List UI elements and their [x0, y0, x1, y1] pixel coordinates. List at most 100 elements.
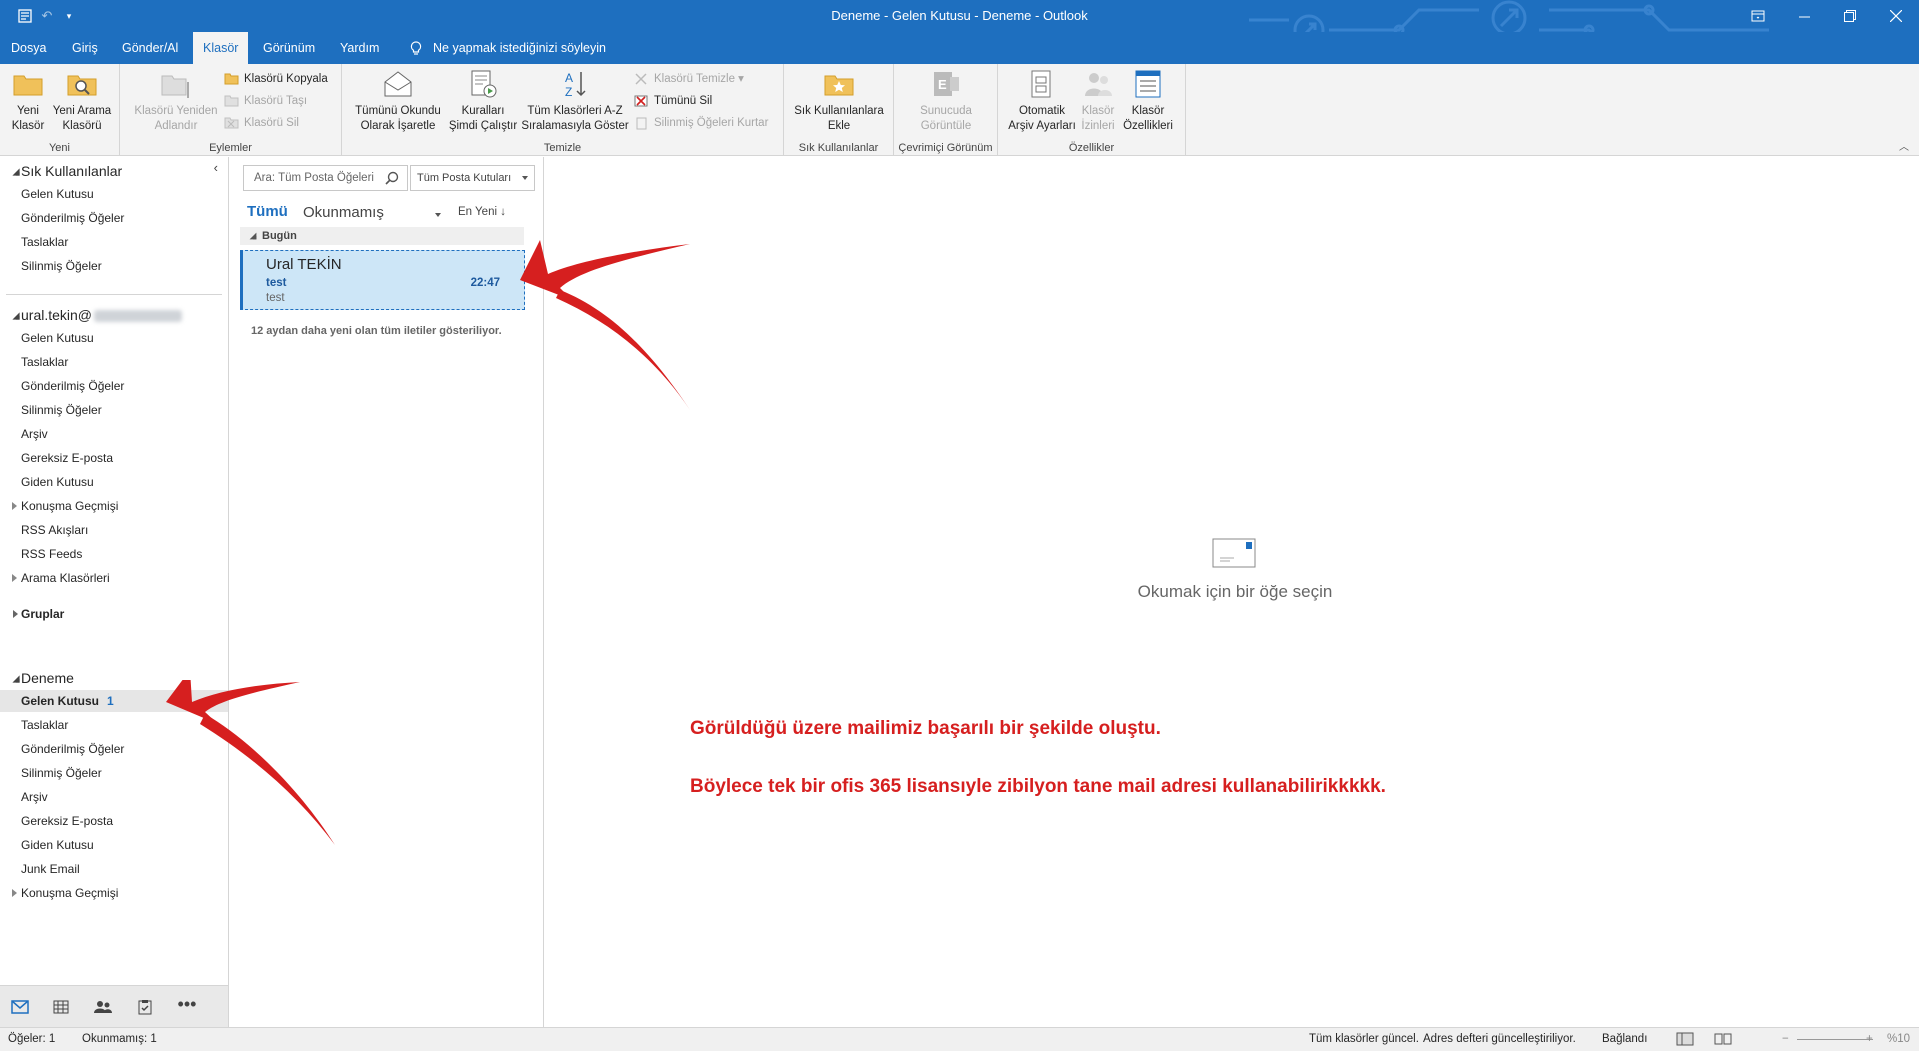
favorites-header[interactable]: Sık Kullanılanlar [12, 163, 122, 179]
account-folder-expandable[interactable]: Arama Klasörleri [0, 567, 228, 589]
status-unread-count: Okunmamış: 1 [82, 1033, 157, 1045]
account-folder[interactable]: Gereksiz E-posta [0, 447, 228, 469]
more-icon[interactable]: ••• [176, 994, 198, 1014]
zoom-slider[interactable] [1797, 1039, 1873, 1040]
minimize-icon[interactable] [1781, 0, 1827, 32]
tasks-icon[interactable] [134, 997, 156, 1017]
archive-label-1: Otomatik [1018, 105, 1065, 117]
normal-view-icon[interactable] [1675, 1032, 1695, 1046]
add-to-favorites-button[interactable]: Sık Kullanılanlara Ekle [790, 68, 888, 134]
fav-gonderilmis[interactable]: Gönderilmiş Öğeler [0, 207, 228, 229]
window-title: Deneme - Gelen Kutusu - Deneme - Outlook [831, 8, 1088, 23]
tab-dosya[interactable]: Dosya [1, 32, 56, 64]
calendar-icon[interactable] [50, 997, 72, 1017]
unread-count-badge: 1 [107, 694, 114, 708]
empty-reading-text: Okumak için bir öğe seçin [1137, 582, 1333, 601]
account-folder[interactable]: Giden Kutusu [0, 471, 228, 493]
account-folder[interactable]: Gönderilmiş Öğeler [0, 375, 228, 397]
people-icon[interactable] [92, 997, 114, 1017]
account-folder[interactable]: Arşiv [0, 423, 228, 445]
envelope-icon [1212, 538, 1256, 568]
group-label-yeni: Yeni [48, 142, 70, 154]
deneme-folder-expandable[interactable]: Konuşma Geçmişi [0, 882, 228, 904]
deneme-folder[interactable]: Junk Email [0, 858, 228, 880]
sort-folders-az-button[interactable]: AZ Tüm Klasörleri A-Z Sıralamasıyla Göst… [520, 68, 630, 134]
deneme-gelen-kutusu[interactable]: Gelen Kutusu 1 [0, 690, 228, 712]
account-folder[interactable]: Silinmiş Öğeler [0, 399, 228, 421]
status-bar: Öğeler: 1 Okunmamış: 1 Tüm klasörler gün… [0, 1027, 1919, 1051]
tab-giris[interactable]: Giriş [62, 32, 108, 64]
clean-folder-button[interactable]: Klasörü Temizle ▾ [634, 70, 744, 88]
account-header[interactable]: ural.tekin@ [12, 307, 183, 323]
older-messages-note[interactable]: 12 aydan daha yeni olan tüm iletiler gös… [251, 325, 502, 337]
search-icon[interactable] [385, 171, 399, 185]
tab-gonder-al[interactable]: Gönder/Al [112, 32, 188, 64]
folder-properties-button[interactable]: Klasör Özellikleri [1118, 68, 1178, 134]
move-folder-button[interactable]: Klasörü Taşı [224, 92, 307, 110]
auto-archive-button[interactable]: Otomatik Arşiv Ayarları [1006, 68, 1078, 134]
account-folder[interactable]: Gelen Kutusu [0, 327, 228, 349]
tab-gorunum[interactable]: Görünüm [253, 32, 325, 64]
search-scope-dropdown[interactable]: Tüm Posta Kutuları [410, 165, 535, 191]
ribbon-group-favorites: Sık Kullanılanlara Ekle Sık Kullanılanla… [784, 64, 894, 156]
account-title: ural.tekin@ [21, 307, 93, 323]
tab-klasor[interactable]: Klasör [193, 32, 249, 64]
mark-all-read-button[interactable]: Tümünü Okundu Olarak İşaretle [350, 68, 446, 134]
svg-text:Z: Z [565, 85, 572, 99]
filter-unread-tab[interactable]: Okunmamış [303, 204, 384, 221]
tab-yardim[interactable]: Yardım [330, 32, 389, 64]
annotation-text-1: Görüldüğü üzere mailimiz başarılı bir şe… [690, 718, 1161, 739]
new-search-folder-button[interactable]: Yeni Arama Klasörü [48, 68, 116, 134]
svg-text:E: E [938, 77, 947, 92]
deneme-folder[interactable]: Silinmiş Öğeler [0, 762, 228, 784]
deneme-folder[interactable]: Gönderilmiş Öğeler [0, 738, 228, 760]
copy-folder-button[interactable]: Klasörü Kopyala [224, 70, 328, 88]
deneme-folder[interactable]: Taslaklar [0, 714, 228, 736]
mail-icon[interactable] [9, 997, 31, 1017]
delete-all-label: Tümünü Sil [654, 95, 713, 107]
rename-folder-button[interactable]: Klasörü Yeniden Adlandır [130, 68, 222, 134]
filter-all-tab[interactable]: Tümü [247, 203, 288, 220]
ribbon-display-options-icon[interactable] [1735, 0, 1781, 32]
status-connection: Bağlandı [1602, 1033, 1648, 1045]
restore-icon[interactable] [1827, 0, 1873, 32]
search-input[interactable]: Ara: Tüm Posta Öğeleri [243, 165, 408, 191]
deneme-folder[interactable]: Gereksiz E-posta [0, 810, 228, 832]
expanded-triangle-icon [12, 312, 20, 320]
fav-taslaklar[interactable]: Taslaklar [0, 231, 228, 253]
title-bar: ↶ ▾ Deneme - Gelen Kutusu - Deneme - Out… [0, 0, 1919, 32]
filter-dropdown-icon[interactable] [435, 213, 441, 217]
groups-header[interactable]: Gruplar [12, 607, 64, 621]
zoom-in-icon[interactable]: + [1866, 1033, 1873, 1045]
archive-label-2: Arşiv Ayarları [1008, 120, 1076, 132]
view-on-server-button[interactable]: E Sunucuda Görüntüle [904, 68, 988, 134]
new-folder-button[interactable]: Yeni Klasör [6, 68, 50, 134]
recover-deleted-button[interactable]: Silinmiş Öğeleri Kurtar [634, 114, 768, 132]
account-folder[interactable]: Taslaklar [0, 351, 228, 373]
message-item[interactable]: Ural TEKİN test 22:47 test [240, 250, 525, 310]
close-icon[interactable] [1873, 0, 1919, 32]
deneme-folder[interactable]: Arşiv [0, 786, 228, 808]
reading-view-icon[interactable] [1713, 1032, 1733, 1046]
ribbon-group-temizle: Tümünü Okundu Olarak İşaretle Kuralları … [342, 64, 784, 156]
deneme-folder[interactable]: Giden Kutusu [0, 834, 228, 856]
collapse-folder-pane-icon[interactable]: ‹ [214, 160, 218, 175]
delete-folder-button[interactable]: Klasörü Sil [224, 114, 299, 132]
account-folder[interactable]: RSS Akışları [0, 519, 228, 541]
run-rules-button[interactable]: Kuralları Şimdi Çalıştır [446, 68, 520, 134]
tell-me-box[interactable]: Ne yapmak istediğinizi söyleyin [405, 32, 606, 64]
delete-all-button[interactable]: Tümünü Sil [634, 92, 712, 110]
zoom-level[interactable]: %10 [1887, 1033, 1910, 1045]
navigation-bar: ••• [0, 985, 229, 1027]
sort-order-button[interactable]: En Yeni ↓ [458, 206, 506, 218]
account-folder-expandable[interactable]: Konuşma Geçmişi [0, 495, 228, 517]
zoom-out-icon[interactable]: − [1782, 1033, 1789, 1045]
deneme-header[interactable]: Deneme [12, 670, 74, 686]
fav-gelen-kutusu[interactable]: Gelen Kutusu [0, 183, 228, 205]
folder-permissions-button[interactable]: Klasör İzinleri [1078, 68, 1118, 134]
fav-silinmis[interactable]: Silinmiş Öğeler [0, 255, 228, 277]
group-header-today[interactable]: Bugün [240, 227, 524, 245]
collapse-ribbon-icon[interactable]: ︿ [1899, 138, 1909, 153]
account-folder[interactable]: RSS Feeds [0, 543, 228, 565]
message-time: 22:47 [470, 277, 500, 289]
